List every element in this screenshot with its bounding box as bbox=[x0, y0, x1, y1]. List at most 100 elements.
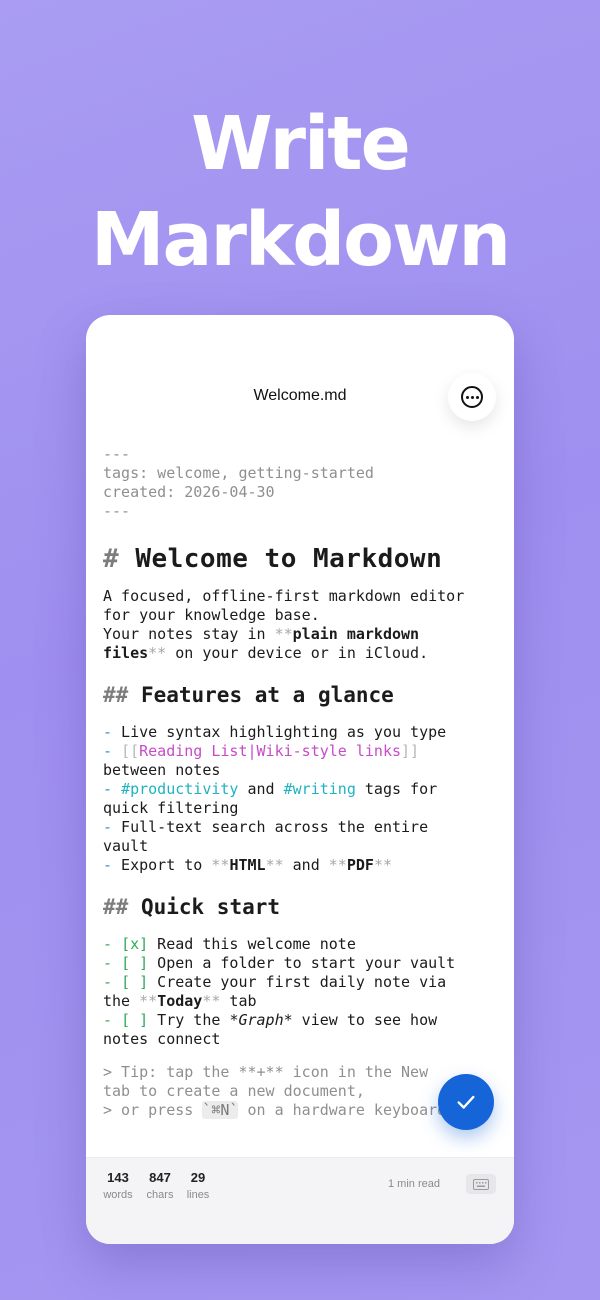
frontmatter-tags: tags: welcome, getting-started bbox=[103, 464, 374, 482]
char-count-label: chars bbox=[146, 1189, 174, 1201]
tag-writing[interactable]: #writing bbox=[284, 780, 356, 798]
bold-text: plain markdown bbox=[292, 625, 420, 643]
task-checkbox[interactable]: [ ] bbox=[121, 954, 148, 972]
hero-line-2: Markdown bbox=[90, 197, 511, 283]
feature-text: and bbox=[283, 856, 329, 874]
frontmatter-open: --- bbox=[103, 445, 131, 463]
frontmatter-close: --- bbox=[103, 502, 131, 520]
status-bar: 143 words 847 chars 29 lines 1 min read bbox=[86, 1157, 514, 1244]
task-item[interactable]: - [ ] Open a folder to start your vault bbox=[103, 954, 503, 973]
task-text: Create your first daily note via bbox=[148, 973, 447, 991]
task-text: Try the bbox=[148, 1011, 230, 1029]
feature-item: - Export to **HTML** and **PDF** bbox=[103, 856, 503, 875]
tip-line-1: > Tip: tap the **+** icon in the New bbox=[103, 1063, 429, 1081]
h1-text: Welcome to Markdown bbox=[135, 544, 443, 574]
hero-line-1: Write bbox=[191, 101, 411, 187]
bold-marker: ** bbox=[148, 644, 167, 662]
heading-features: ## Features at a glance bbox=[103, 681, 503, 709]
char-count-value: 847 bbox=[149, 1170, 171, 1185]
task-item[interactable]: - [ ] Try the *Graph* view to see how bbox=[103, 1011, 503, 1030]
word-count: 143 words bbox=[100, 1170, 136, 1201]
feature-item: - [[Reading List|Wiki-style links]] bbox=[103, 742, 503, 761]
keyboard-icon bbox=[473, 1178, 489, 1190]
h1-marker: # bbox=[103, 544, 120, 574]
list-marker: - bbox=[103, 723, 113, 741]
tag-productivity[interactable]: #productivity bbox=[121, 780, 238, 798]
feature-continuation: vault bbox=[103, 837, 149, 855]
feature-text: Live syntax highlighting as you type bbox=[112, 723, 447, 741]
read-time: 1 min read bbox=[388, 1178, 440, 1190]
feature-text: Full-text search across the entire bbox=[112, 818, 429, 836]
heading-1: # Welcome to Markdown bbox=[103, 543, 503, 575]
bold-marker: ** bbox=[274, 625, 293, 643]
checkmark-icon bbox=[457, 1095, 475, 1109]
list-marker: - bbox=[103, 818, 113, 836]
intro-text: Your notes stay in bbox=[103, 625, 275, 643]
feature-continuation: quick filtering bbox=[103, 799, 239, 817]
intro-line-4: files** on your device or in iCloud. bbox=[103, 644, 503, 663]
bold-text: files bbox=[103, 644, 149, 662]
h2-text: Features at a glance bbox=[140, 683, 394, 707]
intro-line-3: Your notes stay in **plain markdown bbox=[103, 625, 503, 644]
h2-marker: ## bbox=[103, 895, 129, 919]
bold-text: HTML bbox=[229, 856, 266, 874]
bold-marker: ** bbox=[328, 856, 347, 874]
intro-line-2: for your knowledge base. bbox=[103, 606, 320, 624]
keyboard-toggle-button[interactable] bbox=[466, 1174, 496, 1194]
bold-marker: ** bbox=[139, 992, 158, 1010]
done-button[interactable] bbox=[438, 1074, 494, 1130]
task-text: Read this welcome note bbox=[148, 935, 356, 953]
wiki-open: [[ bbox=[121, 742, 140, 760]
intro-text: on your device or in iCloud. bbox=[166, 644, 429, 662]
task-text: the bbox=[103, 992, 140, 1010]
more-button[interactable] bbox=[448, 373, 496, 421]
feature-item: - #productivity and #writing tags for bbox=[103, 780, 503, 799]
list-marker: - bbox=[103, 1011, 113, 1029]
bold-marker: ** bbox=[211, 856, 230, 874]
editor-card: Welcome.md --- tags: welcome, getting-st… bbox=[86, 315, 514, 1244]
list-marker: - bbox=[103, 954, 113, 972]
task-item[interactable]: - [x] Read this welcome note bbox=[103, 935, 503, 954]
line-count-value: 29 bbox=[190, 1170, 206, 1185]
heading-quick-start: ## Quick start bbox=[103, 893, 503, 921]
task-continuation: the **Today** tab bbox=[103, 992, 503, 1011]
frontmatter-created: created: 2026-04-30 bbox=[103, 483, 275, 501]
feature-text: Export to bbox=[112, 856, 212, 874]
list-marker: - bbox=[103, 856, 113, 874]
wiki-link[interactable]: Reading List|Wiki-style links bbox=[139, 742, 401, 760]
bold-text: PDF bbox=[346, 856, 374, 874]
bold-marker: ** bbox=[202, 992, 221, 1010]
task-checkbox[interactable]: [ ] bbox=[121, 973, 148, 991]
hero-headline: Write Markdown bbox=[0, 96, 600, 288]
tip-text: > or press bbox=[103, 1101, 203, 1119]
keyboard-shortcut: `⌘N` bbox=[202, 1101, 239, 1119]
word-count-value: 143 bbox=[107, 1170, 129, 1185]
list-marker: - bbox=[103, 935, 113, 953]
italic-text: *Graph* bbox=[229, 1011, 293, 1029]
task-continuation: notes connect bbox=[103, 1030, 221, 1048]
markdown-editor[interactable]: --- tags: welcome, getting-started creat… bbox=[103, 445, 503, 1120]
feature-text: and bbox=[238, 780, 284, 798]
intro-line-1: A focused, offline-first markdown editor bbox=[103, 587, 465, 605]
list-marker: - bbox=[103, 780, 113, 798]
h2-text: Quick start bbox=[140, 895, 281, 919]
task-text: Open a folder to start your vault bbox=[148, 954, 456, 972]
bold-marker: ** bbox=[265, 856, 284, 874]
wiki-close: ]] bbox=[401, 742, 420, 760]
feature-item: - Full-text search across the entire bbox=[103, 818, 503, 837]
list-marker: - bbox=[103, 973, 113, 991]
feature-item: - Live syntax highlighting as you type bbox=[103, 723, 503, 742]
line-count: 29 lines bbox=[182, 1170, 214, 1201]
bold-text: Today bbox=[157, 992, 203, 1010]
task-checkbox-done[interactable]: [x] bbox=[121, 935, 148, 953]
list-marker: - bbox=[103, 742, 113, 760]
line-count-label: lines bbox=[186, 1189, 210, 1201]
task-text: view to see how bbox=[292, 1011, 438, 1029]
more-circle-icon bbox=[461, 386, 483, 408]
task-item[interactable]: - [ ] Create your first daily note via bbox=[103, 973, 503, 992]
task-checkbox[interactable]: [ ] bbox=[121, 1011, 148, 1029]
feature-continuation: between notes bbox=[103, 761, 221, 779]
word-count-label: words bbox=[103, 1189, 133, 1201]
h2-marker: ## bbox=[103, 683, 129, 707]
tip-text: on a hardware keyboard. bbox=[238, 1101, 456, 1119]
